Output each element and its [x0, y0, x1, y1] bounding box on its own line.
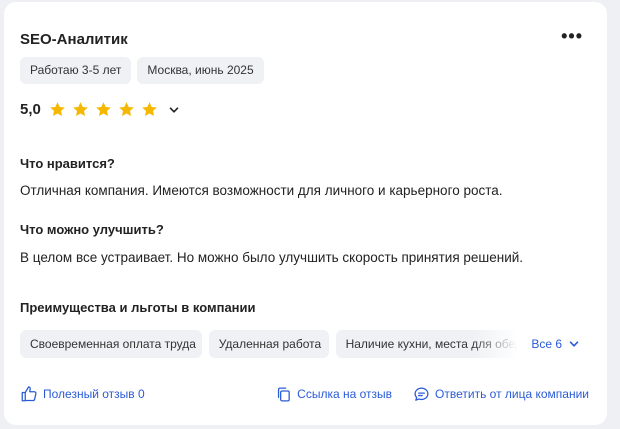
- review-actions: Полезный отзыв 0 Ссылка на отзыв Ответит…: [20, 385, 589, 403]
- more-options-icon[interactable]: •••: [561, 27, 583, 45]
- star-icon: [73, 102, 88, 117]
- review-link-label: Ссылка на отзыв: [297, 387, 393, 401]
- chevron-down-icon: [169, 106, 179, 113]
- company-reply-label: Ответить от лица компании: [435, 387, 589, 401]
- star-icon: [119, 102, 134, 117]
- benefit-chip: Удаленная работа: [208, 330, 329, 358]
- likes-text: Отличная компания. Имеются возможности д…: [20, 183, 503, 198]
- tag-experience: Работаю 3-5 лет: [20, 57, 132, 84]
- company-reply-button[interactable]: Ответить от лица компании: [413, 386, 589, 403]
- review-link-button[interactable]: Ссылка на отзыв: [275, 386, 392, 403]
- chat-icon: [414, 386, 429, 401]
- copy-icon: [278, 386, 290, 402]
- improve-heading: Что можно улучшить?: [20, 222, 164, 237]
- likes-heading: Что нравится?: [20, 156, 115, 171]
- thumbs-up-icon: [21, 386, 37, 402]
- rating-value: 5,0: [20, 101, 41, 118]
- benefits-list: Своевременная оплата труда Удаленная раб…: [20, 330, 580, 358]
- review-title: SEO-Аналитик: [20, 31, 128, 48]
- benefit-chip: Наличие кухни, места для обеда: [335, 330, 519, 358]
- benefits-heading: Преимущества и льготы в компании: [20, 300, 256, 315]
- star-icon: [50, 102, 65, 117]
- show-all-label: Все 6: [531, 337, 562, 351]
- benefit-chip: Своевременная оплата труда: [20, 330, 202, 358]
- improve-text: В целом все устраивает. Но можно было ул…: [20, 250, 524, 265]
- review-card: SEO-Аналитик ••• Работаю 3-5 лет Москва,…: [4, 2, 607, 425]
- show-all-benefits-button[interactable]: Все 6: [531, 337, 580, 351]
- star-icon: [142, 102, 157, 117]
- helpful-label: Полезный отзыв 0: [43, 387, 145, 401]
- review-tags: Работаю 3-5 лет Москва, июнь 2025: [20, 57, 264, 84]
- helpful-button[interactable]: Полезный отзыв 0: [20, 385, 145, 403]
- star-icon: [96, 102, 111, 117]
- tag-location-date: Москва, июнь 2025: [137, 57, 264, 84]
- chevron-down-icon: [569, 341, 579, 347]
- rating-toggle[interactable]: 5,0: [20, 101, 180, 118]
